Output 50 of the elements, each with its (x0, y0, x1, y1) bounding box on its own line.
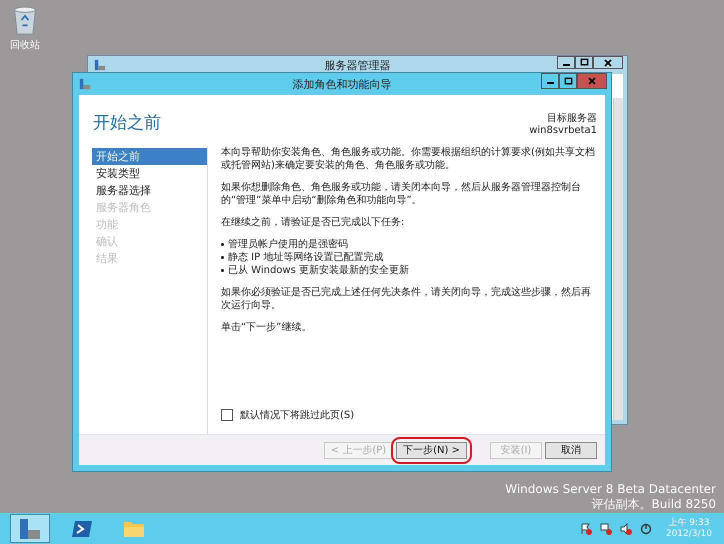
bullet-icon (221, 256, 224, 259)
server-icon (94, 59, 106, 71)
wizard-button[interactable]: 取消 (545, 442, 597, 458)
checkbox-label[interactable]: 默认情况下将跳过此页(S) (240, 408, 354, 422)
paragraph: 单击“下一步”继续。 (221, 321, 312, 334)
maximize-icon (580, 58, 588, 67)
wizard-step[interactable]: 服务器选择 (92, 182, 207, 199)
target-server-name: win8svrbeta1 (529, 125, 597, 136)
maximize-icon (564, 76, 572, 86)
list-item: 管理员帐户使用的是强密码 (228, 238, 348, 251)
server-icon (79, 78, 91, 90)
minimize-button[interactable] (557, 56, 575, 69)
list-item: 静态 IP 地址等网络设置已配置完成 (228, 251, 384, 264)
flag-alert-icon[interactable] (580, 522, 592, 534)
clock[interactable]: 上午 9:33 2012/3/10 (666, 518, 712, 540)
taskbar-button[interactable] (10, 514, 50, 543)
edition-text: Windows Server 8 Beta Datacenter (505, 482, 716, 497)
close-icon (587, 76, 597, 86)
bullet-icon (221, 269, 224, 272)
close-button[interactable] (593, 56, 623, 69)
page-heading: 开始之前 (93, 112, 161, 134)
speaker-alert-icon[interactable] (620, 522, 632, 534)
wizard-button[interactable]: 下一步(N) > (396, 442, 467, 458)
paragraph: 本向导帮助你安装角色、角色服务或功能。你需要根据组织的计算要求(例如共享文档或托管网站)来确定要安装的角色、角色服务或功能。 (221, 146, 595, 172)
edition-text: 评估副本。Build 8250 (592, 497, 716, 512)
checkbox[interactable] (221, 409, 233, 421)
recycle-bin-label[interactable]: 回收站 (10, 38, 40, 52)
wizard-step[interactable]: 开始之前 (92, 148, 207, 165)
maximize-button[interactable] (559, 73, 577, 89)
clock-date: 2012/3/10 (666, 528, 712, 540)
window-title: 服务器管理器 (324, 58, 392, 72)
scrollbar[interactable] (613, 98, 623, 420)
network-alert-icon[interactable] (600, 522, 612, 534)
minimize-button[interactable] (541, 73, 559, 89)
close-icon (603, 58, 613, 68)
bullet-icon (221, 243, 224, 246)
target-server-label: 目标服务器 (547, 112, 597, 125)
maximize-button[interactable] (575, 56, 593, 69)
wizard-step[interactable]: 安装类型 (92, 165, 207, 182)
list-item: 已从 Windows 更新安装最新的安全更新 (228, 264, 409, 277)
paragraph: 在继续之前，请验证是否已完成以下任务: (221, 216, 406, 229)
minimize-icon (546, 82, 554, 84)
paragraph: 如果你想删除角色、角色服务或功能，请关闭本向导，然后从服务器管理器控制台的“管理”菜单中启动“删除角色和功能向导”。 (221, 181, 582, 207)
recycle-bin-icon[interactable] (12, 6, 38, 36)
clock-time: 上午 9:33 (668, 518, 710, 528)
power-icon[interactable] (640, 522, 652, 534)
window-title: 添加角色和功能向导 (292, 76, 392, 92)
minimize-icon (562, 64, 570, 66)
server-icon (18, 516, 42, 540)
paragraph: 如果你必须验证是否已完成上述任何先决条件，请关闭向导，完成这些步骤，然后再次运行向导。 (221, 286, 592, 312)
